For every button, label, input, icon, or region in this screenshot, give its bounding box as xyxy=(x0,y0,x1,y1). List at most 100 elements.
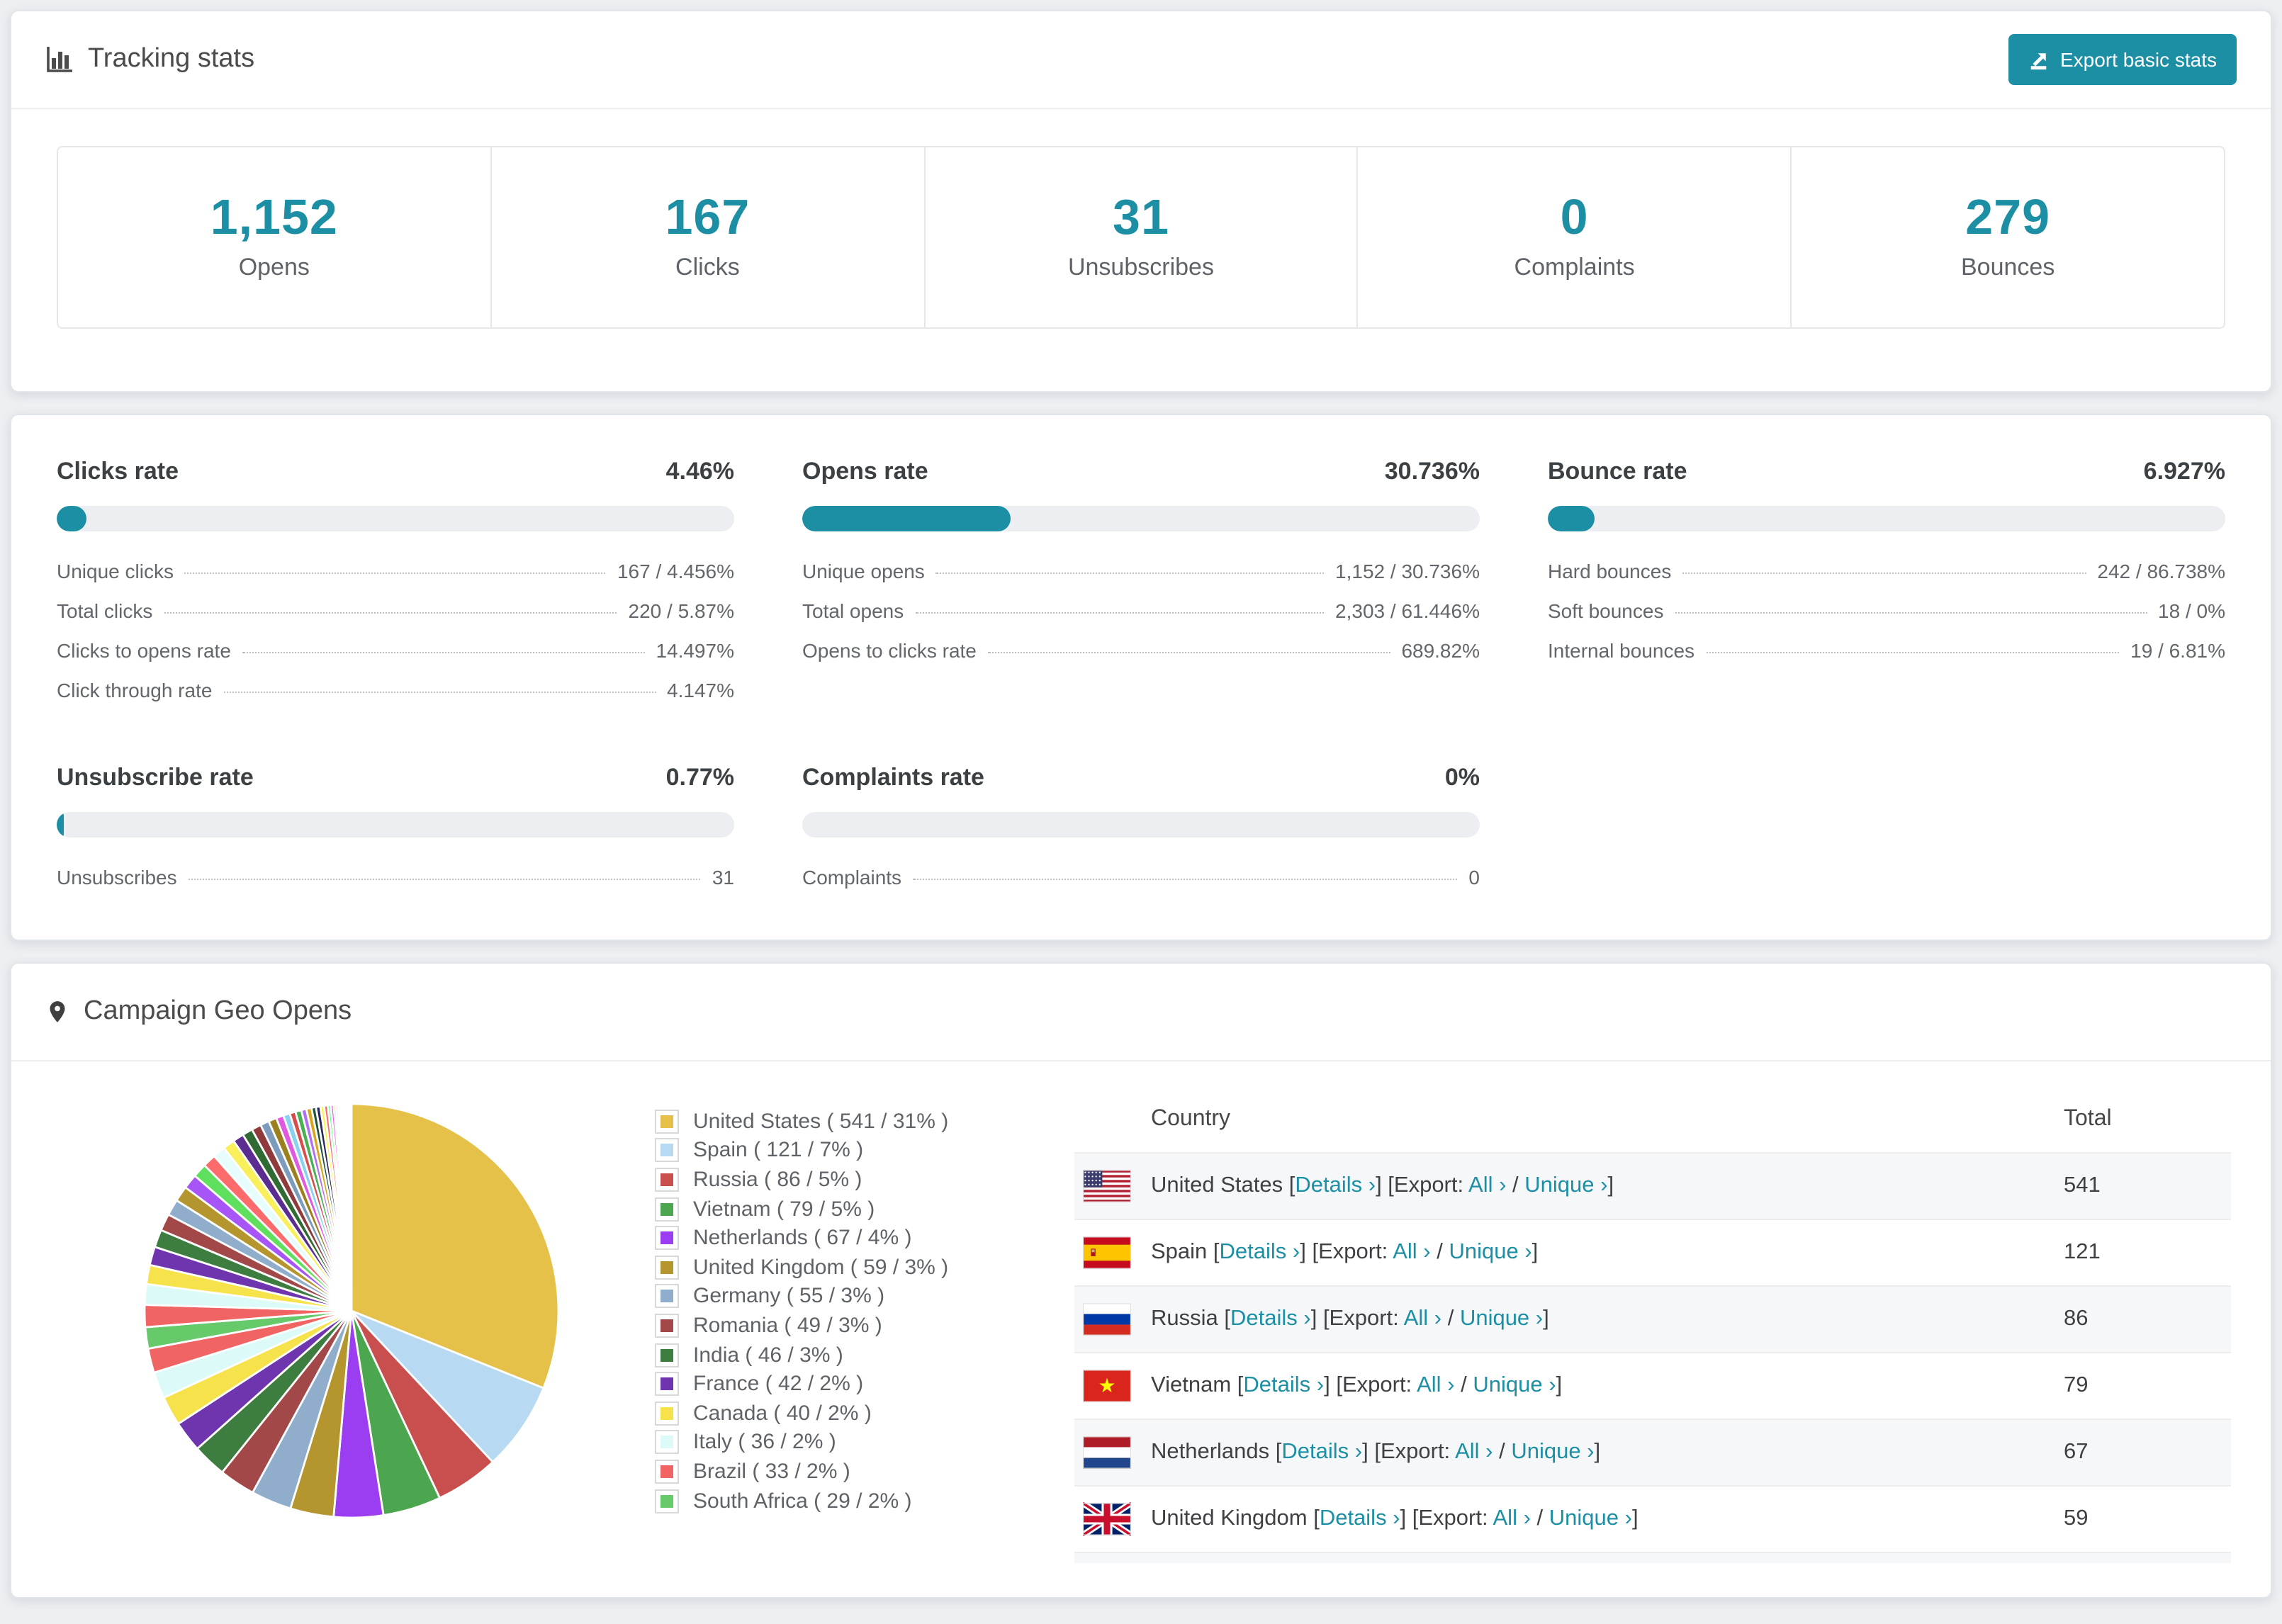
rate-head: Complaints rate 0% xyxy=(802,764,1480,792)
country-cell: United Kingdom [Details ›] [Export: All … xyxy=(1074,1502,2064,1536)
total-column-header: Total xyxy=(2064,1107,2112,1131)
bar-chart-icon xyxy=(45,45,74,74)
legend-label: Brazil ( 33 / 2% ) xyxy=(693,1459,850,1484)
details-link[interactable]: Details › xyxy=(1281,1440,1362,1464)
map-pin-icon xyxy=(45,996,69,1027)
dotted-leader xyxy=(184,573,606,574)
rate-detail-row: Total clicks 220 / 5.87% xyxy=(57,599,734,639)
rate-detail-label: Internal bounces xyxy=(1548,639,1695,662)
rate-head: Opens rate 30.736% xyxy=(802,458,1480,486)
stat-cell-bounces: 279 Bounces xyxy=(1792,147,2224,327)
details-link[interactable]: Details › xyxy=(1230,1307,1311,1331)
geo-table: Country Total United States [Details ›] … xyxy=(1074,1087,2231,1563)
legend-item: Italy ( 36 / 2% ) xyxy=(655,1428,1032,1457)
details-link[interactable]: Details › xyxy=(1295,1173,1376,1197)
legend-label: United States ( 541 / 31% ) xyxy=(693,1109,949,1134)
rate-detail-value: 2,303 / 61.446% xyxy=(1335,599,1480,622)
page: Tracking stats Export basic stats 1,152 O… xyxy=(0,0,2282,1598)
rate-detail-row: Hard bounces 242 / 86.738% xyxy=(1548,560,2225,599)
rate-detail-value: 31 xyxy=(712,866,734,889)
stat-value: 0 xyxy=(1560,190,1589,245)
geo-title: Campaign Geo Opens xyxy=(84,996,352,1026)
rate-detail-label: Unique opens xyxy=(802,560,925,582)
dotted-leader xyxy=(913,879,1458,880)
legend-label: Russia ( 86 / 5% ) xyxy=(693,1167,862,1192)
rate-rows: Unique opens 1,152 / 30.736% Total opens 2,… xyxy=(802,560,1480,679)
rate-detail-row: Unique clicks 167 / 4.456% xyxy=(57,560,734,599)
rate-detail-row: Internal bounces 19 / 6.81% xyxy=(1548,639,2225,679)
geo-table-row: United States [Details ›] [Export: All ›… xyxy=(1074,1152,2231,1219)
export-all-link[interactable]: All › xyxy=(1393,1240,1430,1264)
legend-item: Spain ( 121 / 7% ) xyxy=(655,1136,1032,1165)
legend-swatch xyxy=(655,1255,679,1280)
geo-table-row: Vietnam [Details ›] [Export: All › / Uni… xyxy=(1074,1352,2231,1419)
rate-detail-value: 220 / 5.87% xyxy=(628,599,734,622)
stat-label: Unsubscribes xyxy=(1067,254,1214,281)
geo-body: United States ( 541 / 31% ) Spain ( 121 /… xyxy=(11,1061,2271,1597)
export-all-link[interactable]: All › xyxy=(1404,1307,1441,1331)
rate-title: Complaints rate xyxy=(802,764,984,791)
export-unique-link[interactable]: Unique › xyxy=(1524,1173,1607,1197)
progress-bar-fill xyxy=(57,812,64,838)
export-basic-stats-button[interactable]: Export basic stats xyxy=(2008,34,2237,85)
us-flag-icon xyxy=(1083,1169,1131,1203)
export-all-link[interactable]: All › xyxy=(1493,1506,1531,1530)
stat-label: Complaints xyxy=(1514,254,1635,281)
export-all-link[interactable]: All › xyxy=(1417,1373,1454,1397)
rates-card: Clicks rate 4.46% Unique clicks 167 / 4.456… xyxy=(10,414,2272,941)
rate-detail-label: Opens to clicks rate xyxy=(802,639,977,662)
legend-item: Canada ( 40 / 2% ) xyxy=(655,1399,1032,1428)
country-cell: Russia [Details ›] [Export: All › / Uniq… xyxy=(1074,1302,2064,1336)
stat-label: Opens xyxy=(238,254,310,281)
dotted-leader xyxy=(1675,612,2147,614)
export-unique-link[interactable]: Unique › xyxy=(1449,1240,1531,1264)
geo-table-row: Netherlands [Details ›] [Export: All › /… xyxy=(1074,1419,2231,1485)
rate-value: 0.77% xyxy=(665,764,734,791)
rate-detail-row: Unique opens 1,152 / 30.736% xyxy=(802,560,1480,599)
legend-label: India ( 46 / 3% ) xyxy=(693,1343,843,1368)
rate-detail-row: Soft bounces 18 / 0% xyxy=(1548,599,2225,639)
rate-detail-row: Complaints 0 xyxy=(802,866,1480,906)
country-total: 121 xyxy=(2064,1240,2101,1264)
stat-cell-clicks: 167 Clicks xyxy=(492,147,926,327)
rate-title: Opens rate xyxy=(802,458,928,485)
legend-item: India ( 46 / 3% ) xyxy=(655,1341,1032,1370)
country-total: 59 xyxy=(2064,1506,2089,1530)
rate-rows: Unique clicks 167 / 4.456% Total clicks 220… xyxy=(57,560,734,718)
legend-label: South Africa ( 29 / 2% ) xyxy=(693,1489,912,1513)
progress-bar xyxy=(57,506,734,531)
rate-value: 0% xyxy=(1444,764,1480,791)
export-all-link[interactable]: All › xyxy=(1468,1173,1506,1197)
stat-value: 167 xyxy=(665,190,751,245)
rate-block-opens-rate: Opens rate 30.736% Unique opens 1,152 / 30.… xyxy=(802,458,1480,718)
legend-swatch xyxy=(655,1138,679,1163)
rate-detail-value: 0 xyxy=(1468,866,1480,889)
export-unique-link[interactable]: Unique › xyxy=(1549,1506,1632,1530)
dotted-leader xyxy=(223,692,656,693)
rate-detail-value: 4.147% xyxy=(667,679,734,701)
rate-detail-label: Unique clicks xyxy=(57,560,174,582)
rate-detail-label: Soft bounces xyxy=(1548,599,1664,622)
export-unique-link[interactable]: Unique › xyxy=(1473,1373,1556,1397)
country-total: 79 xyxy=(2064,1373,2089,1397)
rate-detail-row: Clicks to opens rate 14.497% xyxy=(57,639,734,679)
rate-block-unsubscribe-rate: Unsubscribe rate 0.77% Unsubscribes 31 xyxy=(57,764,734,906)
rate-block-bounce-rate: Bounce rate 6.927% Hard bounces 242 / 86.73… xyxy=(1548,458,2225,718)
details-link[interactable]: Details › xyxy=(1320,1506,1400,1530)
export-unique-link[interactable]: Unique › xyxy=(1460,1307,1543,1331)
legend-swatch xyxy=(655,1197,679,1222)
country-label: United Kingdom [Details ›] [Export: All … xyxy=(1151,1506,1639,1530)
details-link[interactable]: Details › xyxy=(1220,1240,1300,1264)
details-link[interactable]: Details › xyxy=(1243,1373,1324,1397)
country-label: Vietnam [Details ›] [Export: All › / Uni… xyxy=(1151,1373,1563,1397)
export-unique-link[interactable]: Unique › xyxy=(1511,1440,1594,1464)
rate-value: 4.46% xyxy=(665,458,734,485)
rate-detail-value: 19 / 6.81% xyxy=(2130,639,2225,662)
gb-flag-icon xyxy=(1083,1502,1131,1536)
export-all-link[interactable]: All › xyxy=(1455,1440,1493,1464)
geo-table-row: Russia [Details ›] [Export: All › / Uniq… xyxy=(1074,1285,2231,1352)
legend-label: United Kingdom ( 59 / 3% ) xyxy=(693,1255,949,1280)
rate-detail-value: 689.82% xyxy=(1401,639,1480,662)
rate-detail-label: Total opens xyxy=(802,599,904,622)
rate-detail-label: Unsubscribes xyxy=(57,866,177,889)
